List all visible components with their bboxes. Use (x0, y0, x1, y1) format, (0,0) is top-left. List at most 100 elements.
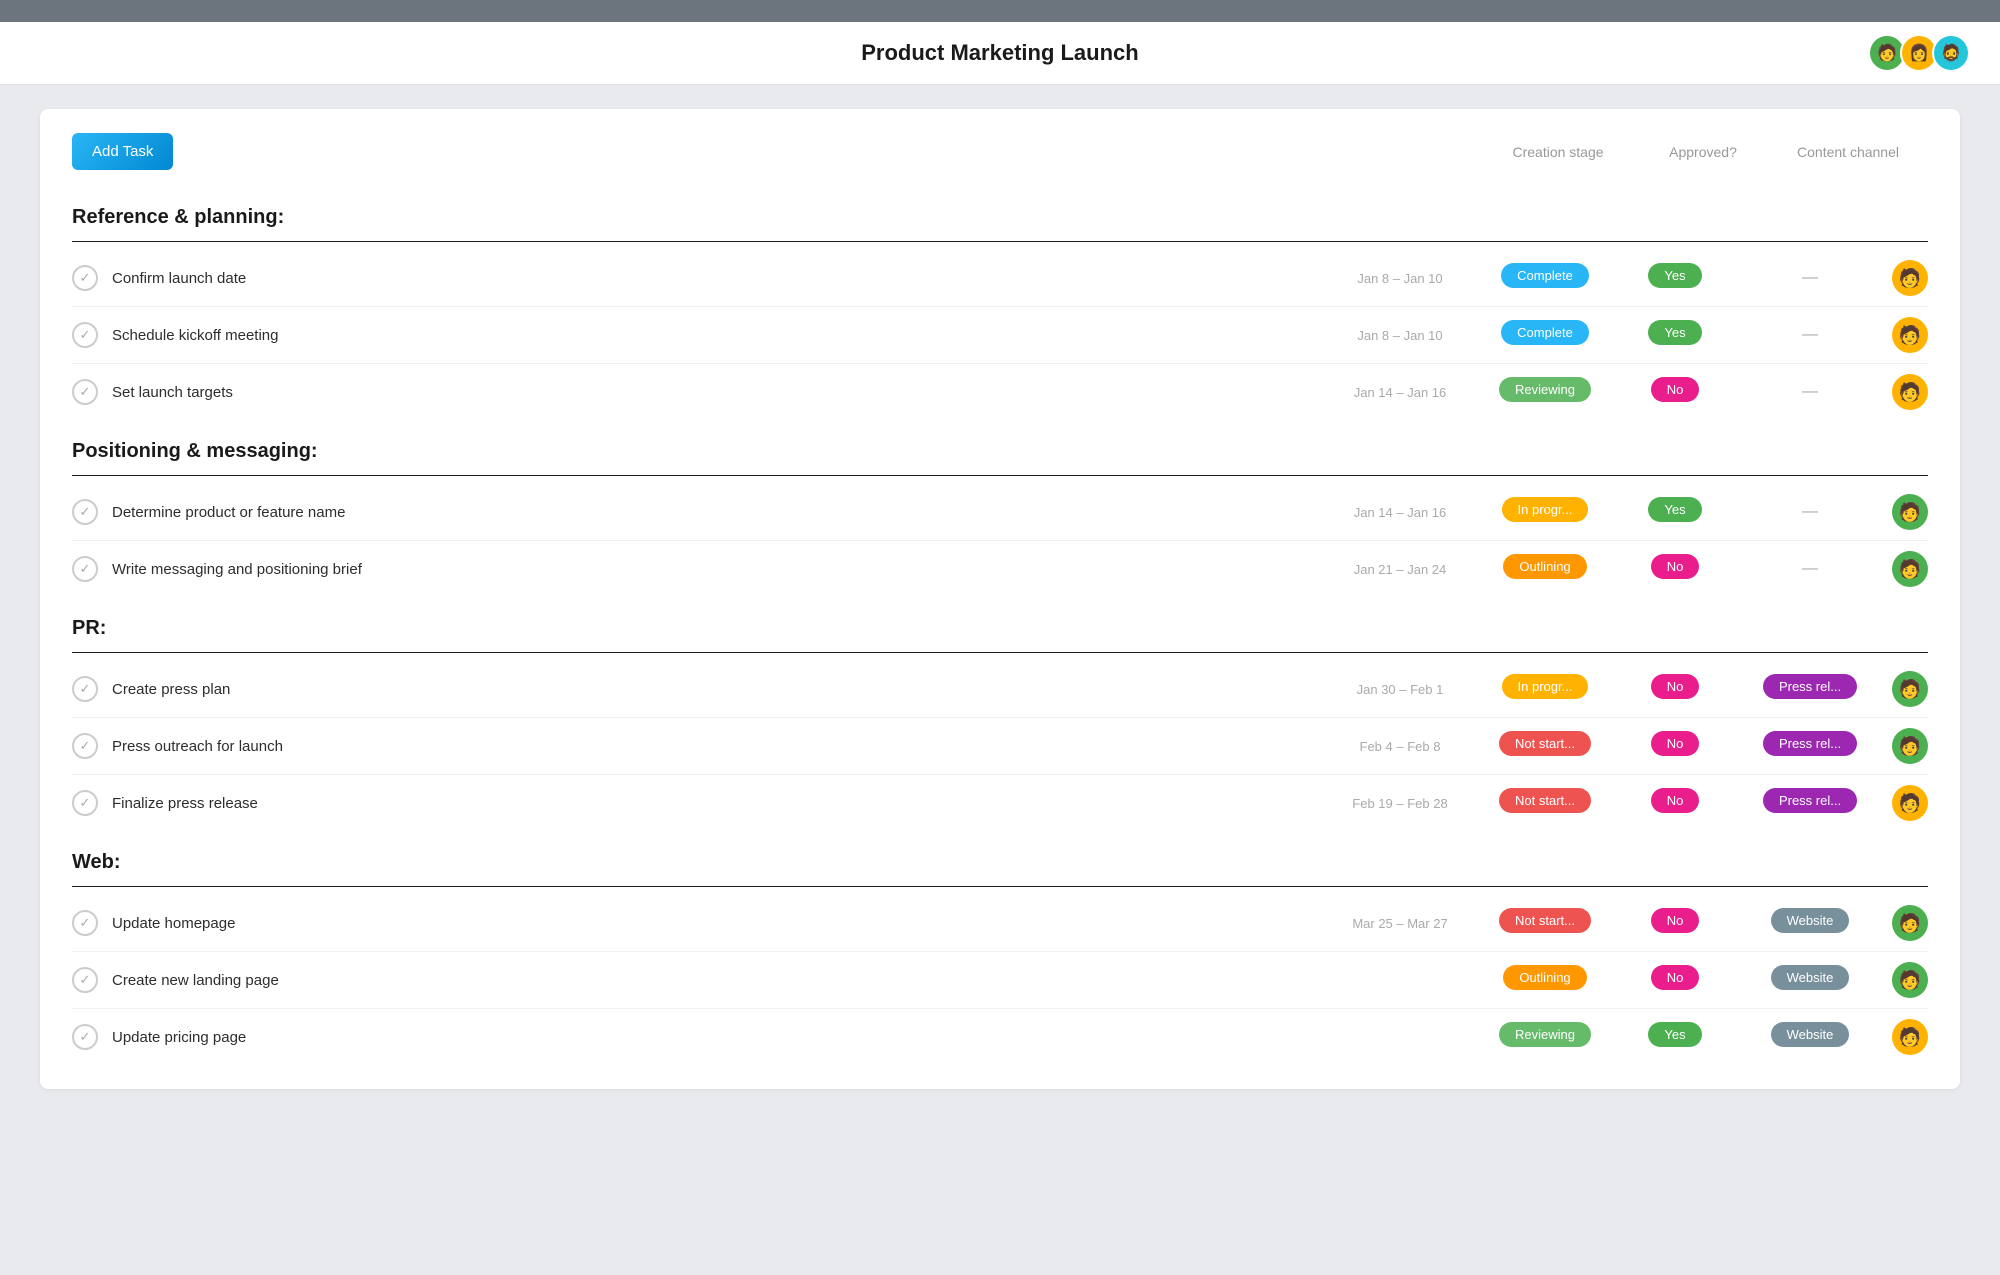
task-approved[interactable]: No (1610, 908, 1740, 938)
task-approved[interactable]: No (1610, 377, 1740, 407)
task-check-icon[interactable]: ✓ (72, 910, 98, 936)
task-channel[interactable]: Press rel... (1740, 788, 1880, 818)
approved-badge[interactable]: No (1651, 674, 1700, 699)
task-channel[interactable]: Website (1740, 908, 1880, 938)
channel-badge[interactable]: Website (1771, 1022, 1850, 1047)
task-approved[interactable]: Yes (1610, 263, 1740, 293)
approved-badge[interactable]: Yes (1648, 263, 1701, 288)
stage-badge[interactable]: Complete (1501, 320, 1589, 345)
approved-badge[interactable]: No (1651, 908, 1700, 933)
approved-badge[interactable]: No (1651, 965, 1700, 990)
task-avatar[interactable]: 🧑 (1892, 1019, 1928, 1055)
stage-badge[interactable]: Complete (1501, 263, 1589, 288)
task-stage[interactable]: Not start... (1480, 908, 1610, 938)
task-row[interactable]: ✓Set launch targetsJan 14 – Jan 16Review… (72, 364, 1928, 420)
task-row[interactable]: ✓Determine product or feature nameJan 14… (72, 484, 1928, 541)
approved-badge[interactable]: Yes (1648, 497, 1701, 522)
task-channel[interactable]: Website (1740, 965, 1880, 995)
stage-badge[interactable]: Not start... (1499, 788, 1591, 813)
task-avatar[interactable]: 🧑 (1892, 962, 1928, 998)
task-row[interactable]: ✓Create press planJan 30 – Feb 1In progr… (72, 661, 1928, 718)
avatar-3[interactable]: 🧔 (1932, 34, 1970, 72)
stage-badge[interactable]: Outlining (1503, 965, 1586, 990)
task-channel[interactable]: — (1740, 503, 1880, 521)
task-approved[interactable]: No (1610, 965, 1740, 995)
task-check-icon[interactable]: ✓ (72, 1024, 98, 1050)
task-stage[interactable]: Outlining (1480, 554, 1610, 584)
channel-badge[interactable]: Website (1771, 965, 1850, 990)
channel-badge[interactable]: Website (1771, 908, 1850, 933)
task-avatar[interactable]: 🧑 (1892, 671, 1928, 707)
task-dates: Jan 8 – Jan 10 (1320, 271, 1480, 286)
task-check-icon[interactable]: ✓ (72, 499, 98, 525)
task-stage[interactable]: Outlining (1480, 965, 1610, 995)
task-channel[interactable]: — (1740, 560, 1880, 578)
task-approved[interactable]: Yes (1610, 320, 1740, 350)
task-approved[interactable]: Yes (1610, 497, 1740, 527)
task-channel[interactable]: Press rel... (1740, 731, 1880, 761)
task-stage[interactable]: In progr... (1480, 497, 1610, 527)
approved-badge[interactable]: Yes (1648, 320, 1701, 345)
task-stage[interactable]: Not start... (1480, 731, 1610, 761)
task-row[interactable]: ✓Create new landing pageOutliningNoWebsi… (72, 952, 1928, 1009)
approved-badge[interactable]: No (1651, 554, 1700, 579)
task-stage[interactable]: Complete (1480, 320, 1610, 350)
task-check-icon[interactable]: ✓ (72, 556, 98, 582)
task-avatar[interactable]: 🧑 (1892, 728, 1928, 764)
task-approved[interactable]: No (1610, 554, 1740, 584)
task-approved[interactable]: No (1610, 674, 1740, 704)
add-task-button[interactable]: Add Task (72, 133, 173, 170)
task-stage[interactable]: Complete (1480, 263, 1610, 293)
task-stage[interactable]: In progr... (1480, 674, 1610, 704)
approved-badge[interactable]: No (1651, 731, 1700, 756)
task-channel[interactable]: — (1740, 269, 1880, 287)
channel-badge[interactable]: Press rel... (1763, 674, 1857, 699)
task-approved[interactable]: No (1610, 731, 1740, 761)
col-header-creation: Creation stage (1478, 144, 1638, 160)
task-avatar[interactable]: 🧑 (1892, 785, 1928, 821)
task-avatar[interactable]: 🧑 (1892, 551, 1928, 587)
stage-badge[interactable]: Not start... (1499, 908, 1591, 933)
task-row[interactable]: ✓Update homepageMar 25 – Mar 27Not start… (72, 895, 1928, 952)
task-avatar[interactable]: 🧑 (1892, 260, 1928, 296)
task-check-icon[interactable]: ✓ (72, 790, 98, 816)
task-avatar[interactable]: 🧑 (1892, 374, 1928, 410)
task-approved[interactable]: Yes (1610, 1022, 1740, 1052)
task-avatar[interactable]: 🧑 (1892, 905, 1928, 941)
task-approved[interactable]: No (1610, 788, 1740, 818)
stage-badge[interactable]: In progr... (1502, 674, 1589, 699)
task-row[interactable]: ✓Confirm launch dateJan 8 – Jan 10Comple… (72, 250, 1928, 307)
task-row[interactable]: ✓Finalize press releaseFeb 19 – Feb 28No… (72, 775, 1928, 831)
channel-badge[interactable]: Press rel... (1763, 788, 1857, 813)
task-channel[interactable]: — (1740, 383, 1880, 401)
task-check-icon[interactable]: ✓ (72, 967, 98, 993)
task-stage[interactable]: Not start... (1480, 788, 1610, 818)
stage-badge[interactable]: Reviewing (1499, 377, 1591, 402)
task-stage[interactable]: Reviewing (1480, 377, 1610, 407)
task-check-icon[interactable]: ✓ (72, 322, 98, 348)
task-channel[interactable]: Website (1740, 1022, 1880, 1052)
stage-badge[interactable]: Not start... (1499, 731, 1591, 756)
task-check-icon[interactable]: ✓ (72, 379, 98, 405)
approved-badge[interactable]: No (1651, 377, 1700, 402)
task-stage[interactable]: Reviewing (1480, 1022, 1610, 1052)
task-check-icon[interactable]: ✓ (72, 265, 98, 291)
task-channel[interactable]: — (1740, 326, 1880, 344)
section-title-positioning-messaging: Positioning & messaging: (72, 440, 1928, 463)
task-avatar[interactable]: 🧑 (1892, 494, 1928, 530)
task-row[interactable]: ✓Schedule kickoff meetingJan 8 – Jan 10C… (72, 307, 1928, 364)
approved-badge[interactable]: No (1651, 788, 1700, 813)
task-row[interactable]: ✓Press outreach for launchFeb 4 – Feb 8N… (72, 718, 1928, 775)
task-row[interactable]: ✓Write messaging and positioning briefJa… (72, 541, 1928, 597)
task-channel[interactable]: Press rel... (1740, 674, 1880, 704)
stage-badge[interactable]: Reviewing (1499, 1022, 1591, 1047)
channel-badge[interactable]: Press rel... (1763, 731, 1857, 756)
approved-badge[interactable]: Yes (1648, 1022, 1701, 1047)
stage-badge[interactable]: In progr... (1502, 497, 1589, 522)
section-positioning-messaging: Positioning & messaging: ✓Determine produ… (72, 440, 1928, 597)
task-row[interactable]: ✓Update pricing pageReviewingYesWebsite🧑 (72, 1009, 1928, 1065)
task-check-icon[interactable]: ✓ (72, 733, 98, 759)
task-avatar[interactable]: 🧑 (1892, 317, 1928, 353)
task-check-icon[interactable]: ✓ (72, 676, 98, 702)
stage-badge[interactable]: Outlining (1503, 554, 1586, 579)
